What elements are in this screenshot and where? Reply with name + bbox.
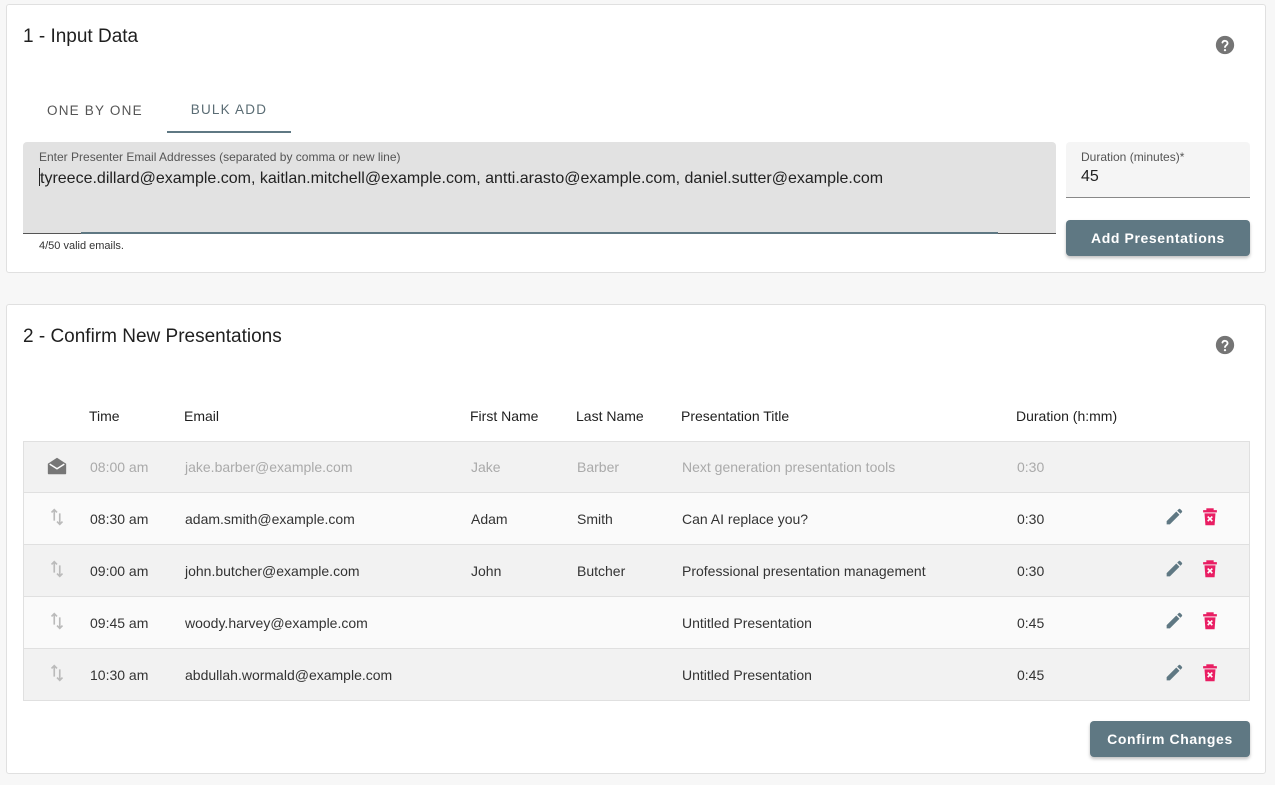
cell-duration: 0:45: [1017, 614, 1045, 631]
column-header-presentation-title: Presentation Title: [681, 407, 790, 424]
cell-duration: 0:30: [1017, 459, 1045, 475]
cell-email: abdullah.wormald@example.com: [185, 666, 393, 683]
table-row[interactable]: 08:00 am jake.barber@example.com Jake Barbe…: [23, 441, 1250, 493]
input-data-card: 1 - Input Data ONE BY ONE BULK ADD Enter…: [6, 4, 1266, 273]
cell-time: 09:45 am: [90, 614, 149, 631]
edit-icon[interactable]: [1163, 558, 1185, 583]
cell-presentation-title: Professional presentation management: [682, 562, 926, 579]
cell-last-name: Butcher: [577, 562, 626, 579]
reorder-icon[interactable]: [46, 662, 68, 687]
cell-email: woody.harvey@example.com: [185, 614, 368, 631]
duration-field[interactable]: Duration (minutes)* 45: [1066, 142, 1250, 198]
column-header-first-name: First Name: [470, 407, 539, 424]
confirm-changes-button[interactable]: Confirm Changes: [1090, 721, 1250, 757]
edit-icon[interactable]: [1163, 610, 1185, 635]
edit-icon[interactable]: [1163, 662, 1185, 687]
cell-duration: 0:30: [1017, 510, 1045, 527]
help-icon[interactable]: [1214, 334, 1236, 356]
section-title-input-data: 1 - Input Data: [23, 26, 139, 47]
tab-bulk-add[interactable]: BULK ADD: [166, 88, 292, 133]
cell-first-name: Jake: [471, 459, 501, 475]
column-header-time: Time: [89, 407, 120, 424]
section-title-confirm: 2 - Confirm New Presentations: [23, 326, 282, 347]
tab-one-by-one[interactable]: ONE BY ONE: [23, 88, 167, 133]
presenter-emails-value[interactable]: tyreece.dillard@example.com, kaitlan.mit…: [40, 170, 883, 187]
table-row[interactable]: 09:45 am woody.harvey@example.com Untitled…: [23, 597, 1250, 649]
envelope-open-icon: [46, 455, 68, 480]
cell-time: 09:00 am: [90, 562, 149, 579]
presenter-emails-textarea[interactable]: Enter Presenter Email Addresses (separat…: [23, 142, 1056, 234]
cell-duration: 0:30: [1017, 562, 1045, 579]
cell-last-name: Barber: [577, 459, 620, 475]
cell-time: 10:30 am: [90, 666, 149, 683]
focus-underline: [81, 232, 998, 234]
cell-presentation-title: Can AI replace you?: [682, 510, 809, 527]
delete-icon[interactable]: [1199, 610, 1221, 635]
table-row[interactable]: 10:30 am abdullah.wormald@example.com Unti…: [23, 649, 1250, 701]
cell-duration: 0:45: [1017, 666, 1045, 683]
add-presentations-button[interactable]: Add Presentations: [1066, 220, 1250, 256]
cell-presentation-title: Untitled Presentation: [682, 666, 812, 683]
table-header: Time Email First Name Last Name Presenta…: [23, 390, 1250, 441]
presenter-emails-label: Enter Presenter Email Addresses (separat…: [39, 150, 401, 164]
table-row[interactable]: 09:00 am john.butcher@example.com John Butc…: [23, 545, 1250, 597]
cell-first-name: John: [471, 562, 502, 579]
cell-email: adam.smith@example.com: [185, 510, 355, 527]
column-header-last-name: Last Name: [576, 407, 644, 424]
table-row[interactable]: 08:30 am adam.smith@example.com Adam Smith C…: [23, 493, 1250, 545]
valid-emails-hint: 4/50 valid emails.: [39, 240, 124, 252]
input-mode-tabs: ONE BY ONE BULK ADD: [23, 88, 292, 133]
delete-icon[interactable]: [1199, 506, 1221, 531]
cell-first-name: Adam: [471, 510, 508, 527]
duration-label: Duration (minutes)*: [1081, 150, 1185, 164]
reorder-icon[interactable]: [46, 558, 68, 583]
column-header-duration: Duration (h:mm): [1016, 407, 1118, 424]
cell-presentation-title: Next generation presentation tools: [682, 459, 896, 475]
cell-time: 08:00 am: [90, 459, 149, 475]
table-body: 08:00 am jake.barber@example.com Jake Barbe…: [23, 441, 1250, 701]
cell-time: 08:30 am: [90, 510, 149, 527]
duration-value[interactable]: 45: [1081, 168, 1099, 186]
cell-last-name: Smith: [577, 510, 613, 527]
column-header-email: Email: [184, 407, 220, 424]
help-icon[interactable]: [1214, 34, 1236, 56]
cell-email: john.butcher@example.com: [185, 562, 360, 579]
delete-icon[interactable]: [1199, 558, 1221, 583]
delete-icon[interactable]: [1199, 662, 1221, 687]
cell-email: jake.barber@example.com: [185, 459, 353, 475]
presentations-table: Time Email First Name Last Name Presenta…: [23, 390, 1250, 701]
edit-icon[interactable]: [1163, 506, 1185, 531]
reorder-icon[interactable]: [46, 610, 68, 635]
reorder-icon[interactable]: [46, 506, 68, 531]
confirm-presentations-card: 2 - Confirm New Presentations Time Email…: [6, 304, 1266, 774]
cell-presentation-title: Untitled Presentation: [682, 614, 812, 631]
